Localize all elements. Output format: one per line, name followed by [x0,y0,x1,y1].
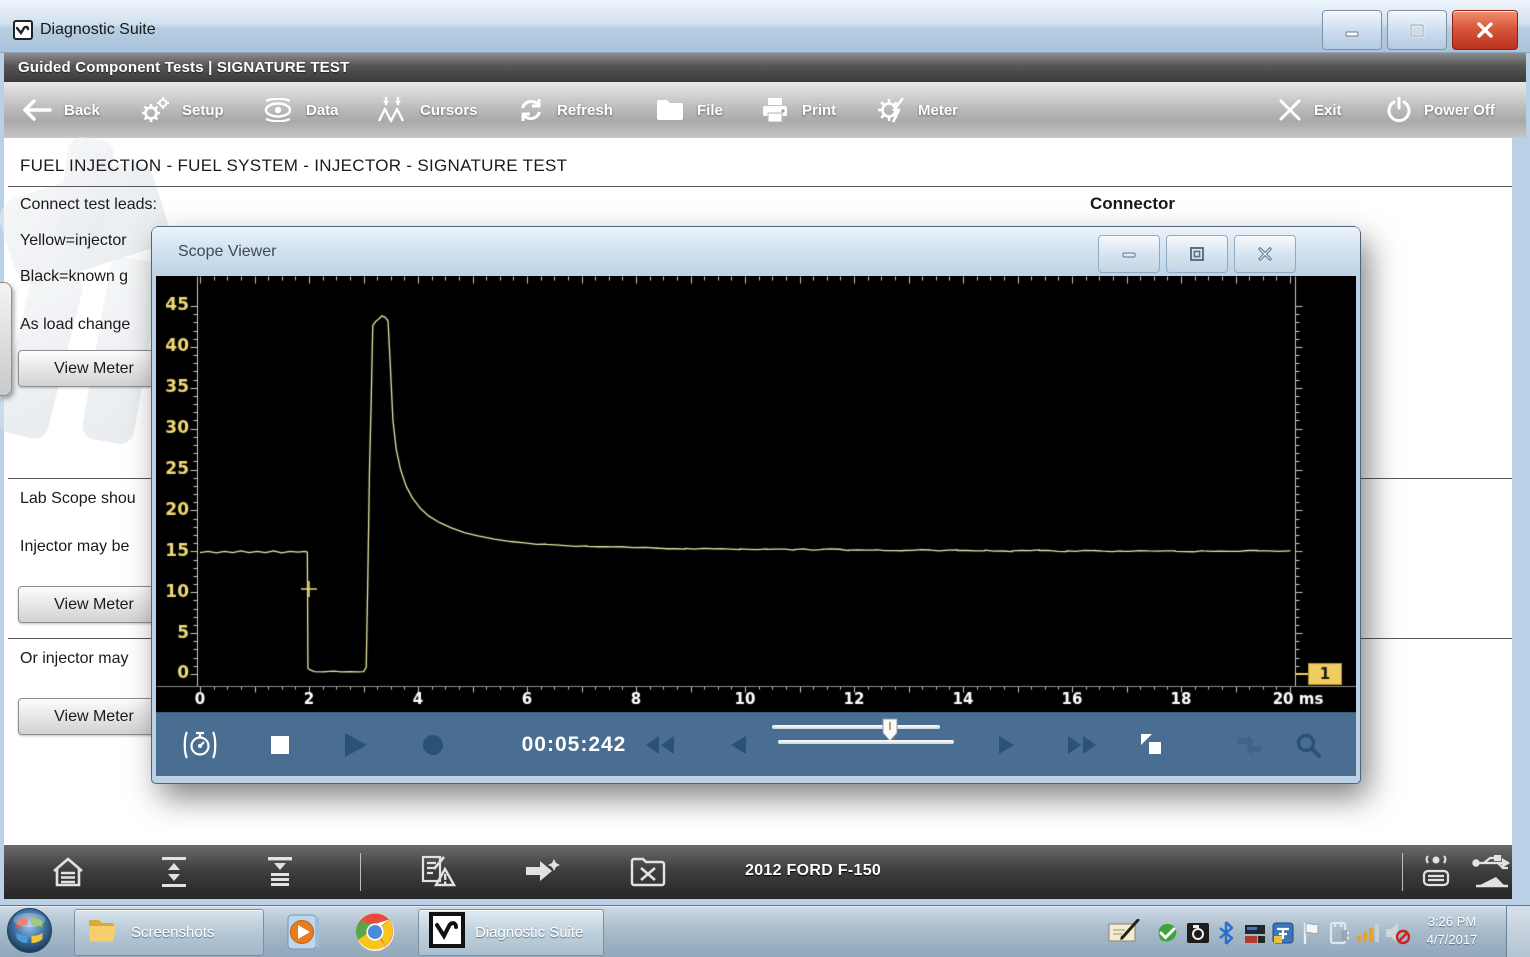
report-warning-icon[interactable] [418,855,456,894]
cursors-button[interactable]: Cursors [376,82,478,138]
exit-button[interactable]: Exit [1278,82,1342,138]
folder-icon [655,98,685,122]
refresh-button[interactable]: Refresh [517,82,613,138]
play-button[interactable] [334,713,378,776]
scope-playback-bar: 00:05:242 [156,712,1356,776]
clock-date: 4/7/2017 [1408,931,1496,949]
power-icon [1386,97,1412,123]
close-button[interactable] [1452,10,1518,50]
vehicle-label: 2012 FORD F-150 [745,862,881,880]
scope-window-title: Scope Viewer [178,243,276,261]
view-meter-button-1[interactable]: View Meter [18,350,170,387]
scope-minimize-button[interactable] [1098,235,1160,273]
setup-button[interactable]: Setup [140,82,224,138]
ime-language-tray-icon[interactable] [1271,921,1295,950]
main-toolbar: Back Setup Data Cursors Refresh File Pri… [4,82,1526,139]
network-signal-tray-icon[interactable] [1356,921,1380,948]
collapse-top-icon[interactable] [262,855,298,894]
timer-icon [178,713,222,776]
back-button[interactable]: Back [22,82,100,138]
step-back-button[interactable] [716,713,760,776]
back-icon [22,99,52,121]
taskbar-item-chrome[interactable] [340,909,410,954]
taskbar-item-label: Screenshots [131,924,214,941]
scope-viewer-window: Scope Viewer 00:05:242 [152,227,1360,783]
data-button[interactable]: Data [262,82,339,138]
scope-close-button[interactable] [1234,235,1296,273]
scope-titlebar[interactable]: Scope Viewer [152,227,1360,276]
action-center-flag-icon[interactable] [1301,921,1321,950]
gears-icon [140,96,170,124]
maximize-button[interactable] [1387,10,1447,50]
refresh-icon [517,96,545,124]
scope-maximize-button[interactable] [1166,235,1228,273]
scale-view-button[interactable] [1128,713,1176,776]
lead-black-text: Black=known g [20,268,128,286]
taskbar-clock[interactable]: 3:26 PM 4/7/2017 [1408,913,1496,949]
clock-time: 3:26 PM [1408,913,1496,931]
breadcrumb: Guided Component Tests | SIGNATURE TEST [4,53,1526,82]
record-button[interactable] [411,713,455,776]
view-meter-button-2[interactable]: View Meter [18,586,170,623]
taskbar-item-label: Diagnostic Suite [475,924,583,941]
meter-button[interactable]: Meter [876,82,958,138]
taskbar-item-screenshots[interactable]: Screenshots [74,909,264,956]
lead-yellow-text: Yellow=injector [20,232,127,250]
power-plug-tray-icon[interactable] [1328,921,1352,950]
vci-device-icon[interactable] [1416,855,1456,896]
connector-heading: Connector [1090,194,1175,214]
vehicle-status-bar: 2012 FORD F-150 [4,845,1512,899]
power-off-button[interactable]: Power Off [1386,82,1495,138]
run-test-icon[interactable] [524,855,562,892]
file-button[interactable]: File [655,82,723,138]
connect-leads-text: Connect test leads: [20,196,157,214]
taskbar: Screenshots Diagnostic Suite [0,905,1530,957]
exit-x-icon [1278,98,1302,122]
playback-time: 00:05:242 [504,713,644,776]
title-divider [8,186,1512,187]
minimize-button[interactable] [1322,10,1382,50]
diagnostic-suite-icon [429,912,465,953]
fast-forward-button[interactable] [1056,713,1108,776]
disabled-tool-icon [1226,713,1274,776]
cursors-icon [376,96,408,124]
meter-icon [876,96,906,124]
home-icon[interactable] [50,855,86,894]
view-meter-button-3[interactable]: View Meter [18,698,170,735]
injector-note-text: Injector may be [20,538,129,556]
start-button[interactable] [6,908,53,953]
snipping-tray-icon[interactable] [1186,921,1210,950]
or-injector-note-text: Or injector may [20,650,128,668]
folder-yellow-icon [87,916,119,949]
app-logo-icon [13,20,33,40]
main-titlebar: Diagnostic Suite [0,0,1530,53]
volume-muted-tray-icon[interactable] [1384,921,1410,950]
step-forward-button[interactable] [984,713,1028,776]
tablet-input-tray-icon[interactable] [1108,919,1142,948]
status-divider-1 [360,853,361,891]
page-title: FUEL INJECTION - FUEL SYSTEM - INJECTOR … [20,156,567,176]
oscilloscope-plot[interactable] [156,276,1356,712]
rewind-button[interactable] [634,713,686,776]
print-button[interactable]: Print [760,82,836,138]
status-divider-2 [1402,853,1403,891]
bluetooth-tray-icon[interactable] [1217,921,1235,950]
window-frame-right [1512,138,1530,905]
stop-button[interactable] [258,713,302,776]
expand-vertical-icon[interactable] [156,855,192,894]
usb-connection-icon[interactable] [1470,855,1514,896]
side-panel-flyout-handle[interactable] [0,282,12,396]
taskbar-item-diagnostic-suite[interactable]: Diagnostic Suite [418,909,604,956]
device-tray-icon[interactable] [1243,921,1267,950]
taskbar-item-media-player[interactable] [272,909,334,954]
load-note-text: As load change [20,316,130,334]
eye-icon [262,98,294,122]
show-desktop-button[interactable] [1506,906,1530,957]
saved-files-icon[interactable] [630,855,666,892]
antivirus-tray-icon[interactable] [1155,921,1179,950]
lab-scope-note-text: Lab Scope shou [20,490,136,508]
window-title: Diagnostic Suite [40,21,156,39]
printer-icon [760,97,790,123]
zoom-button[interactable] [1284,713,1332,776]
